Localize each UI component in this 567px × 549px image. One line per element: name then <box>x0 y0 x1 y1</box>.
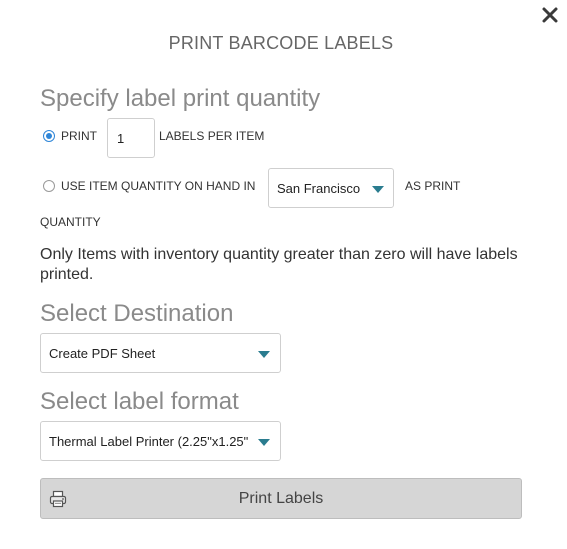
labels-per-item-input[interactable] <box>107 118 155 158</box>
print-quantity-radio[interactable] <box>43 130 55 142</box>
label-format-select[interactable]: Thermal Label Printer (2.25"x1.25" <box>40 421 281 461</box>
close-button[interactable] <box>539 4 561 26</box>
quantity-label: QUANTITY <box>40 215 101 229</box>
chevron-down-icon <box>372 186 384 193</box>
print-labels-button-label: Print Labels <box>238 490 324 507</box>
as-print-label: AS PRINT <box>405 179 461 193</box>
labels-per-item-label: LABELS PER ITEM <box>159 129 265 143</box>
dialog-title: PRINT BARCODE LABELS <box>168 33 394 53</box>
on-hand-quantity-radio[interactable] <box>43 180 55 192</box>
label-format-heading: Select label format <box>40 388 239 415</box>
print-labels-button[interactable]: Print Labels <box>40 478 522 519</box>
chevron-down-icon <box>258 351 270 358</box>
destination-select[interactable]: Create PDF Sheet <box>40 333 281 373</box>
location-select[interactable]: San Francisco <box>268 168 394 208</box>
destination-heading: Select Destination <box>40 300 234 327</box>
chevron-down-icon <box>258 439 270 446</box>
destination-select-value: Create PDF Sheet <box>49 346 156 361</box>
close-icon <box>542 7 558 23</box>
label-format-select-value: Thermal Label Printer (2.25"x1.25" <box>49 434 249 449</box>
location-select-value: San Francisco <box>277 181 361 196</box>
inventory-note: Only Items with inventory quantity great… <box>40 246 518 283</box>
print-option-label: PRINT <box>61 129 97 143</box>
quantity-heading: Specify label print quantity <box>40 85 321 112</box>
on-hand-option-label: USE ITEM QUANTITY ON HAND IN <box>61 179 256 193</box>
